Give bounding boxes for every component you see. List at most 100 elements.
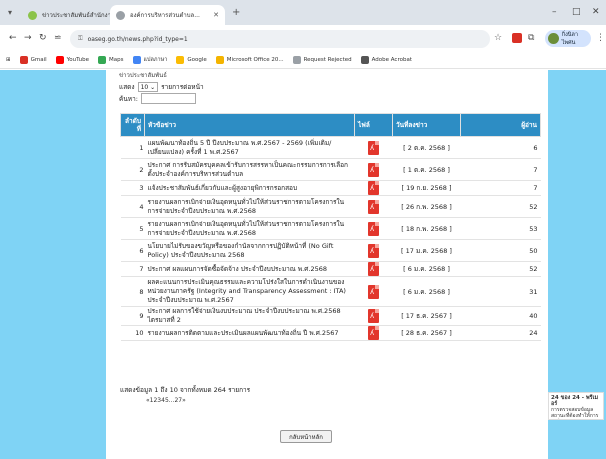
row-number: 8 <box>120 276 145 307</box>
search-input[interactable] <box>140 93 196 104</box>
forward-icon[interactable]: → <box>24 33 32 43</box>
extension-icon[interactable] <box>512 33 522 43</box>
site-info-icon[interactable]: ⋍ <box>54 33 62 43</box>
row-title-link[interactable]: ประกาศ ผลแผนการจัดซื้อจัดจ้าง ประจำปีงบป… <box>144 261 355 277</box>
row-title-link[interactable]: แจ้งประชาสัมพันธ์เกี่ยวกับและผู้สูงอายุพ… <box>144 180 355 196</box>
table-row[interactable]: 8 ผลคะแนนการประเมินคุณธรรมและความโปร่งใสใ… <box>120 276 541 307</box>
per-page-suffix: รายการต่อหน้า <box>161 83 204 91</box>
row-title-link[interactable]: รายงานผลการเบิกจ่ายเงินอุดหนุนทั่วไปให้ส… <box>144 217 355 240</box>
bookmark-gmail[interactable]: Gmail <box>19 56 47 64</box>
tab-2[interactable]: องค์การบริหารส่วนตำบล... ✕ <box>110 5 225 25</box>
row-file[interactable] <box>354 276 393 307</box>
row-file[interactable] <box>354 306 393 326</box>
new-tab-icon[interactable]: + <box>232 8 240 18</box>
table-summary: แสดงข้อมูล 1 ถึง 10 จากทั้งหมด 264 รายกา… <box>120 386 251 394</box>
notification-title: 24 ของ 24 - พรีเมอร์ <box>551 395 599 407</box>
extensions-puzzle-icon[interactable]: ⧉ <box>528 33 538 43</box>
pdf-icon[interactable] <box>368 140 379 155</box>
bookmark-translate[interactable]: แปลภาษา <box>132 56 167 64</box>
row-date: [ 17 ธ.ค. 2567 ] <box>392 306 461 326</box>
row-title-link[interactable]: แผนพัฒนาท้องถิ่น 5 ปี ปีงบประมาณ พ.ศ.256… <box>144 136 355 159</box>
table-row[interactable]: 7 ประกาศ ผลแผนการจัดซื้อจัดจ้าง ประจำปีงบ… <box>120 261 541 277</box>
browser-toolbar: ← → ↻ ⋍ ⚿ oaseg.go.th/news.php?id_type=1… <box>0 25 606 52</box>
row-read-count: 24 <box>460 325 541 341</box>
row-file[interactable] <box>354 217 393 240</box>
close-window-icon[interactable]: ✕ <box>592 7 600 17</box>
pdf-icon[interactable] <box>368 284 379 299</box>
main-content: ข่าวประชาสัมพันธ์ แสดง 10 ⌄ รายการต่อหน้… <box>106 70 548 459</box>
row-read-count: 6 <box>460 136 541 159</box>
pdf-icon[interactable] <box>368 181 379 195</box>
address-bar[interactable]: ⚿ oaseg.go.th/news.php?id_type=1 <box>70 30 490 48</box>
table-row[interactable]: 2 ประกาศ การรับสมัครบุคคลเข้ารับการสรรหาเ… <box>120 158 541 181</box>
tab-bar: ▾ ข่าวประชาสัมพันธ์สำนักงาน... ✕ องค์การ… <box>0 0 606 25</box>
back-icon[interactable]: ← <box>9 33 17 43</box>
menu-icon[interactable]: ⋮ <box>596 33 606 43</box>
row-title-link[interactable]: ผลคะแนนการประเมินคุณธรรมและความโปร่งใสใน… <box>144 276 355 307</box>
header-title[interactable]: หัวข้อข่าว <box>144 113 355 137</box>
minimize-icon[interactable]: – <box>552 7 557 17</box>
row-title-link[interactable]: ประกาศ ผลการใช้จ่ายเงินงบประมาณ ประจำปีง… <box>144 306 355 326</box>
row-file[interactable] <box>354 325 393 341</box>
pdf-icon[interactable] <box>368 243 379 258</box>
reload-icon[interactable]: ↻ <box>39 33 47 43</box>
row-number: 1 <box>120 136 145 159</box>
row-number: 5 <box>120 217 145 240</box>
row-file[interactable] <box>354 136 393 159</box>
row-file[interactable] <box>354 261 393 277</box>
row-file[interactable] <box>354 239 393 262</box>
pdf-icon[interactable] <box>368 162 379 177</box>
row-title-link[interactable]: รายงานผลการติดตามและประเมินผลแผนพัฒนาท้อ… <box>144 325 355 341</box>
maps-icon <box>98 56 107 64</box>
header-no[interactable]: ลำดับที่ <box>120 113 145 137</box>
pdf-icon[interactable] <box>368 262 379 276</box>
notification-toast[interactable]: 24 ของ 24 - พรีเมอร์ การตรวจสอบข้อมูล สถ… <box>548 392 604 420</box>
row-file[interactable] <box>354 195 393 218</box>
row-read-count: 52 <box>460 195 541 218</box>
bookmark-star-icon[interactable]: ☆ <box>494 33 504 43</box>
row-number: 4 <box>120 195 145 218</box>
per-page-select[interactable]: 10 ⌄ <box>137 82 159 92</box>
row-file[interactable] <box>354 158 393 181</box>
pdf-icon[interactable] <box>368 221 379 236</box>
table-row[interactable]: 10 รายงานผลการติดตามและประเมินผลแผนพัฒนาท… <box>120 325 541 341</box>
pagination[interactable]: «12345...27» <box>146 397 186 404</box>
star-icon <box>215 56 224 64</box>
bookmark-youtube[interactable]: YouTube <box>55 56 89 64</box>
translate-icon <box>132 56 141 64</box>
header-date[interactable]: วันที่ลงข่าว <box>392 113 461 137</box>
home-button[interactable]: กลับหน้าหลัก <box>280 430 332 443</box>
header-count[interactable]: ผู้อ่าน <box>460 113 541 137</box>
row-file[interactable] <box>354 180 393 196</box>
header-file[interactable]: ไฟล์ <box>354 113 393 137</box>
profile-button[interactable]: กิ่งนิลาไพศน <box>545 30 591 47</box>
show-label: แสดง <box>119 83 135 91</box>
maximize-icon[interactable]: □ <box>572 7 581 17</box>
row-number: 3 <box>120 180 145 196</box>
apps-grid-icon[interactable]: ⊞ <box>6 57 11 63</box>
table-row[interactable]: 4 รายงานผลการเบิกจ่ายเงินอุดหนุนทั่วไปให้… <box>120 195 541 218</box>
bookmark-office[interactable]: Microsoft Office 20... <box>215 56 284 64</box>
tab-close-icon[interactable]: ✕ <box>213 11 219 19</box>
row-number: 2 <box>120 158 145 181</box>
news-table: ลำดับที่ หัวข้อข่าว ไฟล์ วันที่ลงข่าว ผู… <box>120 113 541 341</box>
row-date: [ 6 ม.ค. 2568 ] <box>392 276 461 307</box>
page-length-control: แสดง 10 ⌄ รายการต่อหน้า <box>119 82 204 92</box>
row-read-count: 40 <box>460 306 541 326</box>
bookmark-maps[interactable]: Maps <box>98 56 124 64</box>
bookmark-google[interactable]: Google <box>176 56 207 64</box>
bookmark-adobe[interactable]: Adobe Acrobat <box>360 56 412 64</box>
pdf-icon[interactable] <box>368 309 379 323</box>
pdf-icon[interactable] <box>368 199 379 214</box>
table-row[interactable]: 9 ประกาศ ผลการใช้จ่ายเงินงบประมาณ ประจำปี… <box>120 306 541 326</box>
row-title-link[interactable]: รายงานผลการเบิกจ่ายเงินอุดหนุนทั่วไปให้ส… <box>144 195 355 218</box>
row-title-link[interactable]: ประกาศ การรับสมัครบุคคลเข้ารับการสรรหาเป… <box>144 158 355 181</box>
bookmark-request[interactable]: Request Rejected <box>292 56 352 64</box>
row-title-link[interactable]: นโยบายไม่รับของขวัญหรือของกำนัลจากการปฏิ… <box>144 239 355 262</box>
tab-search-icon[interactable]: ▾ <box>8 8 18 18</box>
table-row[interactable]: 5 รายงานผลการเบิกจ่ายเงินอุดหนุนทั่วไปให้… <box>120 217 541 240</box>
table-row[interactable]: 3 แจ้งประชาสัมพันธ์เกี่ยวกับและผู้สูงอายุ… <box>120 180 541 196</box>
table-row[interactable]: 6 นโยบายไม่รับของขวัญหรือของกำนัลจากการปฏ… <box>120 239 541 262</box>
pdf-icon[interactable] <box>368 326 379 340</box>
table-row[interactable]: 1 แผนพัฒนาท้องถิ่น 5 ปี ปีงบประมาณ พ.ศ.25… <box>120 136 541 159</box>
